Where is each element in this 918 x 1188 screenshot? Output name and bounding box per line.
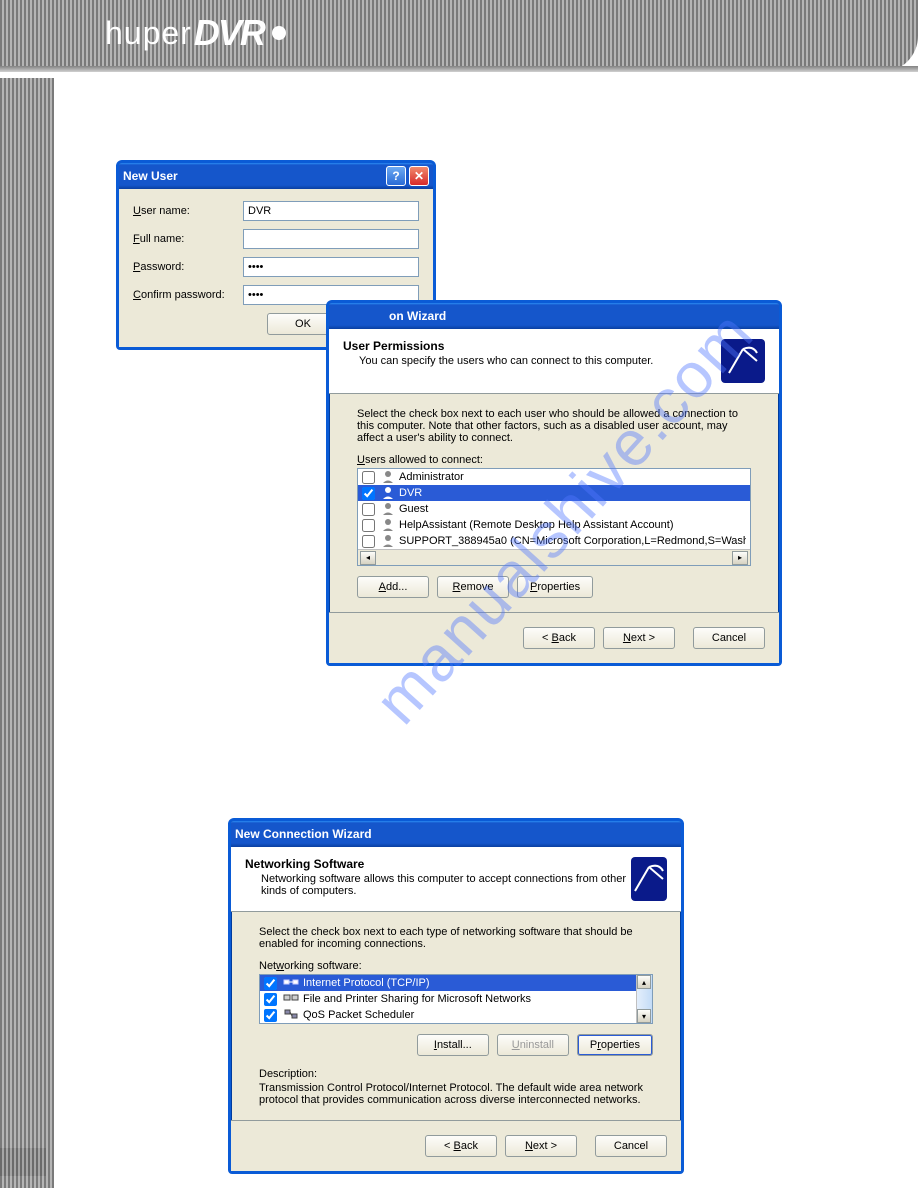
user-icon [381, 534, 395, 548]
wizard-icon [631, 857, 667, 901]
software-name: QoS Packet Scheduler [303, 1009, 414, 1021]
user-icon [381, 518, 395, 532]
user-icon [381, 486, 395, 500]
next-button[interactable]: Next > [603, 627, 675, 649]
install-button[interactable]: Install... [417, 1034, 489, 1056]
user-checkbox[interactable] [362, 503, 375, 516]
software-name: File and Printer Sharing for Microsoft N… [303, 993, 531, 1005]
scroll-left-icon[interactable]: ◂ [360, 551, 376, 565]
cancel-button[interactable]: Cancel [693, 627, 765, 649]
protocol-icon [283, 976, 299, 990]
user-checkbox[interactable] [362, 471, 375, 484]
scroll-down-icon[interactable]: ▾ [637, 1009, 651, 1023]
input-fullname[interactable] [243, 229, 419, 249]
wizard-intro: Select the check box next to each type o… [259, 926, 653, 950]
software-checkbox[interactable] [264, 1009, 277, 1022]
label-fullname: Full name: [133, 233, 243, 245]
software-checkbox[interactable] [264, 993, 277, 1006]
users-listbox[interactable]: Administrator DVR Guest [357, 468, 751, 566]
dialog-user-permissions-wizard: on Wizard User Permissions You can speci… [326, 300, 782, 666]
wizard-heading: User Permissions [343, 339, 444, 353]
dialog-networking-software-wizard: New Connection Wizard Networking Softwar… [228, 818, 684, 1174]
user-icon [381, 470, 395, 484]
description-label: Description: [259, 1068, 653, 1080]
wizard-intro: Select the check box next to each user w… [357, 408, 751, 444]
input-password[interactable] [243, 257, 419, 277]
properties-button[interactable]: Properties [517, 576, 593, 598]
logo: huper DVR [105, 12, 286, 54]
list-item[interactable]: SUPPORT_388945a0 (CN=Microsoft Corporati… [358, 533, 750, 549]
list-item[interactable]: File and Printer Sharing for Microsoft N… [260, 991, 636, 1007]
titlebar-title: on Wizard [389, 309, 446, 323]
properties-button[interactable]: Properties [577, 1034, 653, 1056]
user-name: DVR [399, 487, 422, 499]
logo-text-1: huper [105, 15, 192, 52]
titlebar[interactable]: on Wizard [329, 303, 779, 329]
wizard-subheading: Networking software allows this computer… [261, 873, 631, 897]
page-corner-block [0, 1148, 46, 1176]
user-checkbox[interactable] [362, 519, 375, 532]
wizard-heading: Networking Software [245, 857, 364, 871]
description-text: Transmission Control Protocol/Internet P… [259, 1082, 653, 1106]
input-username[interactable] [243, 201, 419, 221]
list-label: Users allowed to connect: [357, 454, 751, 466]
list-item[interactable]: Internet Protocol (TCP/IP) [260, 975, 636, 991]
label-username: User name: [133, 205, 243, 217]
wizard-icon [721, 339, 765, 383]
software-listbox[interactable]: Internet Protocol (TCP/IP) File and Prin… [260, 975, 636, 1023]
close-button[interactable]: ✕ [409, 166, 429, 186]
list-item[interactable]: HelpAssistant (Remote Desktop Help Assis… [358, 517, 750, 533]
remove-button[interactable]: Remove [437, 576, 509, 598]
list-label: Networking software: [259, 960, 653, 972]
user-name: HelpAssistant (Remote Desktop Help Assis… [399, 519, 674, 531]
horizontal-scrollbar[interactable]: ◂ ▸ [358, 549, 750, 565]
scroll-right-icon[interactable]: ▸ [732, 551, 748, 565]
titlebar-title: New User [123, 169, 178, 183]
list-item[interactable]: Administrator [358, 469, 750, 485]
user-name: SUPPORT_388945a0 (CN=Microsoft Corporati… [399, 535, 746, 547]
uninstall-button: Uninstall [497, 1034, 569, 1056]
label-confirm: Confirm password: [133, 289, 243, 301]
vertical-scrollbar[interactable]: ▴ ▾ [636, 975, 652, 1023]
user-name: Guest [399, 503, 428, 515]
list-item[interactable]: QoS Packet Scheduler [260, 1007, 636, 1023]
user-checkbox[interactable] [362, 487, 375, 500]
logo-dot-icon [272, 26, 286, 40]
page-side-stripe [0, 78, 54, 1188]
next-button[interactable]: Next > [505, 1135, 577, 1157]
software-name: Internet Protocol (TCP/IP) [303, 977, 430, 989]
titlebar[interactable]: New Connection Wizard [231, 821, 681, 847]
service-icon [283, 992, 299, 1006]
titlebar[interactable]: New User ? ✕ [119, 163, 433, 189]
wizard-subheading: You can specify the users who can connec… [359, 355, 653, 367]
label-password: Password: [133, 261, 243, 273]
list-item[interactable]: Guest [358, 501, 750, 517]
back-button[interactable]: < Back [523, 627, 595, 649]
list-item[interactable]: DVR [358, 485, 750, 501]
user-checkbox[interactable] [362, 535, 375, 548]
scroll-up-icon[interactable]: ▴ [637, 975, 651, 989]
titlebar-title: New Connection Wizard [235, 827, 372, 841]
help-button[interactable]: ? [386, 166, 406, 186]
cancel-button[interactable]: Cancel [595, 1135, 667, 1157]
user-icon [381, 502, 395, 516]
service-icon [283, 1008, 299, 1022]
software-checkbox[interactable] [264, 977, 277, 990]
user-name: Administrator [399, 471, 464, 483]
logo-text-2: DVR [194, 12, 264, 54]
add-button[interactable]: Add... [357, 576, 429, 598]
back-button[interactable]: < Back [425, 1135, 497, 1157]
